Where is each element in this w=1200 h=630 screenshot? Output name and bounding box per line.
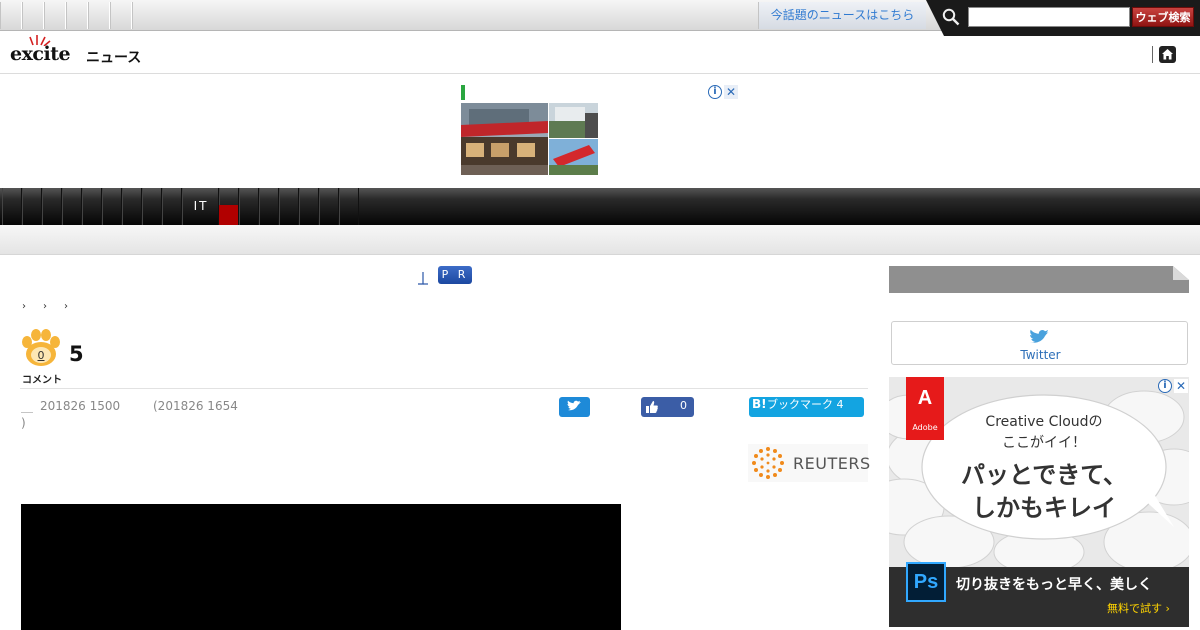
- adobe-icon: A: [917, 387, 933, 409]
- twitter-label[interactable]: Twitter: [892, 348, 1189, 362]
- sub-category-bar: [0, 225, 1200, 255]
- free-trial-link[interactable]: 無料で試す ›: [1107, 600, 1170, 616]
- video-player[interactable]: [21, 504, 621, 630]
- hatena-bookmark-button[interactable]: B! ブックマーク 4: [749, 397, 864, 417]
- ad-headline-main: しかもキレイ: [972, 494, 1116, 522]
- close-icon[interactable]: ✕: [1174, 379, 1188, 393]
- hatena-icon: B!: [752, 397, 767, 411]
- sidebar-ad[interactable]: A Adobe i ✕ Creative Cloudの ここがイイ！ パッとでき…: [889, 377, 1189, 627]
- pr-badge[interactable]: P R: [438, 266, 472, 284]
- ad-headline-line: ここがイイ！: [1002, 435, 1086, 451]
- hatena-bookmark-label: ブックマーク 4: [767, 398, 844, 411]
- ad-photo-storefront[interactable]: [461, 103, 548, 175]
- header-divider: [1152, 46, 1153, 63]
- category-tab[interactable]: [2, 188, 22, 225]
- ad-tagline: 切り抜きをもっと早く、美しく: [956, 577, 1152, 593]
- breadcrumb-separator: ›: [43, 301, 47, 312]
- site-header: excite ニュース: [0, 32, 1200, 74]
- category-tab[interactable]: [339, 188, 359, 225]
- home-icon: [1162, 49, 1173, 60]
- excite-news-logo[interactable]: excite ニュース: [10, 34, 150, 68]
- topbar-tab[interactable]: [44, 2, 66, 29]
- category-tab[interactable]: [122, 188, 142, 225]
- twitter-follow-card[interactable]: Twitter: [891, 321, 1188, 365]
- twitter-bird-icon: [567, 400, 581, 411]
- topbar-tab[interactable]: [22, 2, 44, 29]
- ad-headline-line: Creative Cloudの: [985, 414, 1103, 430]
- reuters-icon: [752, 447, 784, 479]
- topbar-tab[interactable]: [110, 2, 132, 29]
- search-icon[interactable]: [942, 8, 960, 26]
- like-count: 0: [680, 399, 687, 412]
- photoshop-icon: Ps: [906, 562, 946, 602]
- paw-count[interactable]: 0: [33, 349, 49, 362]
- category-tab[interactable]: [259, 188, 279, 225]
- top-ad-banner[interactable]: i ✕: [0, 75, 1200, 187]
- logo-wordmark: excite: [10, 43, 71, 65]
- topbar-tab[interactable]: [0, 2, 22, 29]
- category-tab[interactable]: [82, 188, 102, 225]
- published-date: 201826 1500: [40, 399, 121, 413]
- home-button[interactable]: [1159, 46, 1176, 63]
- tweet-button[interactable]: [559, 397, 590, 417]
- category-tab[interactable]: [22, 188, 42, 225]
- logo-section-name: ニュース: [86, 50, 142, 66]
- category-tab[interactable]: [299, 188, 319, 225]
- info-icon[interactable]: i: [1158, 379, 1172, 393]
- category-label-it[interactable]: IT: [184, 188, 218, 225]
- search-input[interactable]: [968, 7, 1130, 27]
- web-search-button[interactable]: ウェブ検索: [1132, 7, 1194, 27]
- category-active-indicator: [219, 205, 238, 225]
- category-tab[interactable]: [319, 188, 339, 225]
- ad-headline-main: パッとできて、: [960, 461, 1128, 489]
- category-tab[interactable]: [239, 188, 259, 225]
- pr-corner-mark: [418, 272, 428, 285]
- reuters-wordmark: REUTERS: [793, 454, 871, 473]
- category-tab[interactable]: [62, 188, 82, 225]
- ad-photo-awning[interactable]: [549, 139, 598, 175]
- updated-date: (201826 1654: [153, 399, 238, 413]
- thumbs-up-icon: [646, 401, 658, 413]
- divider: [20, 388, 868, 389]
- category-tab[interactable]: [102, 188, 122, 225]
- reuters-logo: REUTERS: [748, 444, 871, 482]
- category-tab[interactable]: [142, 188, 162, 225]
- search-bar: ウェブ検索: [926, 0, 1200, 36]
- category-tab[interactable]: [42, 188, 62, 225]
- category-nav: IT: [0, 188, 1200, 225]
- sidebar-section-header: [889, 266, 1189, 293]
- trending-news-link[interactable]: 今話題のニュースはこちら: [758, 2, 926, 29]
- close-icon[interactable]: ✕: [724, 85, 738, 99]
- breadcrumb-separator: ›: [64, 301, 68, 312]
- breadcrumb-separator: ›: [22, 301, 26, 312]
- comment-number: 5: [69, 342, 84, 366]
- category-tab[interactable]: [279, 188, 299, 225]
- topbar-tab[interactable]: [88, 2, 110, 29]
- topbar-tab[interactable]: [66, 2, 88, 29]
- ad-marker: [461, 85, 465, 100]
- twitter-bird-icon: [1030, 329, 1049, 343]
- facebook-like-button[interactable]: 0: [641, 397, 694, 417]
- info-icon[interactable]: i: [708, 85, 722, 99]
- date-closing: ): [21, 416, 26, 430]
- date-prefix: ＿: [21, 400, 34, 414]
- paw-icon[interactable]: [20, 328, 62, 368]
- ad-photo-building[interactable]: [549, 103, 598, 138]
- comment-label[interactable]: コメント: [22, 371, 62, 386]
- topbar-spacer: [132, 2, 757, 29]
- category-tab[interactable]: [162, 188, 182, 225]
